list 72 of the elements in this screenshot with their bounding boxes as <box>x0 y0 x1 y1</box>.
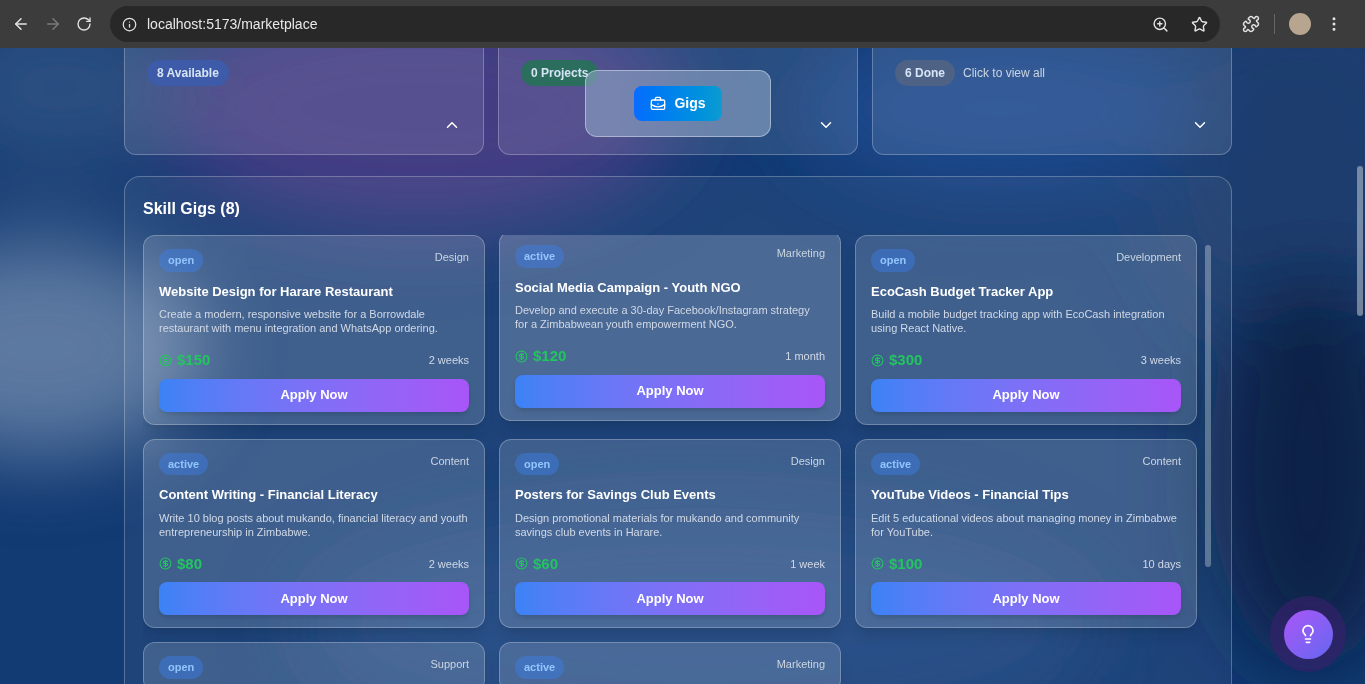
stat-card[interactable]: 8 Available <box>124 48 484 155</box>
status-badge: active <box>515 245 565 268</box>
gig-price: $150 <box>177 350 211 370</box>
gig-duration: 2 weeks <box>428 353 469 368</box>
gig-price: $100 <box>889 553 923 574</box>
gig-description: Create a modern, responsive website for a Borrowdale restaurant with menu integration and WhatsApp ordering. <box>159 307 439 335</box>
status-badge: active <box>159 452 209 475</box>
gig-title: Website Design for Harare Restaurant <box>159 282 394 301</box>
gig-description: Edit 5 educational videos about managing money in Zimbabwe for YouTube. <box>871 510 1178 539</box>
status-badge: open <box>515 452 560 475</box>
status-badge: open <box>871 249 916 272</box>
stat-badge: 6 Done <box>895 60 955 86</box>
briefcase-icon <box>650 95 667 112</box>
status-badge: open <box>159 249 204 272</box>
gig-duration: 1 month <box>785 349 825 364</box>
dollar-icon <box>871 353 884 367</box>
extensions-icon[interactable] <box>1242 15 1260 33</box>
category-label: Support <box>430 657 469 672</box>
bookmark-star-icon[interactable] <box>1191 15 1208 33</box>
address-bar[interactable]: localhost:5173/marketplace <box>110 6 1220 42</box>
gigs-tab[interactable]: Gigs <box>634 86 722 121</box>
apply-button[interactable]: Apply Now <box>871 582 1181 615</box>
view-all-text[interactable]: Click to view all <box>963 64 1046 82</box>
status-badge: active <box>871 452 921 475</box>
status-badge: active <box>515 656 565 679</box>
gig-title: EcoCash Budget Tracker App <box>871 282 1055 301</box>
gig-price: $300 <box>889 350 923 370</box>
dollar-icon <box>871 557 884 571</box>
dollar-icon <box>515 349 528 363</box>
gig-description: Develop and execute a 30-day Facebook/Instagram strategy for a Zimbabwean youth empowerment NGO. <box>515 303 811 331</box>
gig-price: $80 <box>177 553 203 574</box>
category-label: Development <box>1116 250 1181 265</box>
dollar-icon <box>515 557 528 571</box>
status-badge: open <box>159 656 204 679</box>
gig-title: Social Media Campaign - Youth NGO <box>515 278 742 297</box>
info-icon[interactable] <box>122 16 137 32</box>
apply-button[interactable]: Apply Now <box>159 582 469 615</box>
category-label: Marketing <box>776 246 825 261</box>
dollar-icon <box>159 353 172 367</box>
category-label: Content <box>430 453 469 469</box>
apply-button[interactable]: Apply Now <box>159 378 469 412</box>
gig-duration: 1 week <box>790 556 825 572</box>
category-label: Design <box>434 250 469 265</box>
back-icon[interactable] <box>12 15 30 33</box>
gig-title: Posters for Savings Club Events <box>515 486 717 504</box>
apply-button[interactable]: Apply Now <box>871 378 1181 412</box>
gig-description: Build a mobile budget tracking app with EcoCash integration using React Native. <box>871 307 1166 335</box>
gig-title: YouTube Videos - Financial Tips <box>871 486 1070 504</box>
gig-price: $120 <box>533 346 567 366</box>
gig-duration: 10 days <box>1142 556 1181 572</box>
stat-badge: 8 Available <box>147 60 229 86</box>
gig-duration: 2 weeks <box>428 556 469 572</box>
gig-price: $60 <box>533 553 559 574</box>
gig-duration: 3 weeks <box>1140 353 1181 368</box>
profile-avatar[interactable] <box>1289 13 1311 35</box>
apply-button[interactable]: Apply Now <box>515 582 825 615</box>
stat-card[interactable]: 6 Done Click to view all <box>872 48 1232 155</box>
apply-button[interactable]: Apply Now <box>515 374 825 408</box>
page-scrollbar[interactable] <box>1357 166 1363 316</box>
category-label: Marketing <box>776 657 825 672</box>
url-text: localhost:5173/marketplace <box>147 14 318 34</box>
scrollbar[interactable] <box>1205 245 1211 567</box>
dollar-icon <box>159 557 172 571</box>
stat-badge: 0 Projects <box>521 60 599 86</box>
gig-description: Write 10 blog posts about mukando, financial literacy and youth entrepreneurship in Zimbabwe. <box>159 510 469 539</box>
category-label: Content <box>1142 453 1181 469</box>
gig-description: Design promotional materials for mukando and community savings club events in Harare. <box>515 510 801 539</box>
panel-title: Skill Gigs (8) <box>143 199 241 219</box>
reload-icon[interactable] <box>76 16 92 32</box>
zoom-icon[interactable] <box>1152 15 1169 33</box>
gig-title: Content Writing - Financial Literacy <box>159 486 379 504</box>
category-label: Design <box>790 453 825 469</box>
